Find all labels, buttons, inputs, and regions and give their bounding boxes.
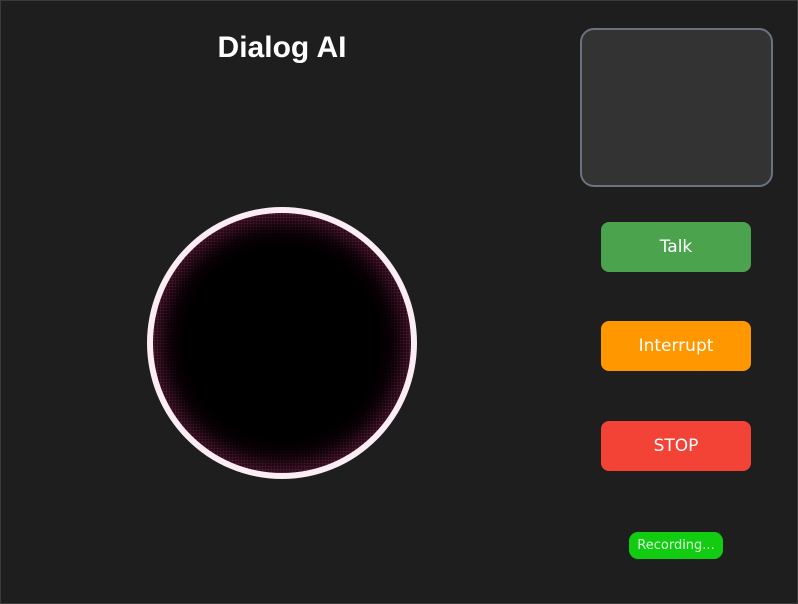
app-title: Dialog AI bbox=[217, 31, 347, 64]
stop-button[interactable]: STOP bbox=[601, 421, 751, 471]
app-window: Dialog AI Talk Interrupt STOP Recording.… bbox=[0, 0, 798, 604]
voice-visualizer-orb bbox=[147, 207, 417, 479]
interrupt-button[interactable]: Interrupt bbox=[601, 321, 751, 371]
recording-status-badge: Recording... bbox=[629, 532, 723, 559]
camera-preview-panel bbox=[580, 28, 773, 187]
talk-button[interactable]: Talk bbox=[601, 222, 751, 272]
